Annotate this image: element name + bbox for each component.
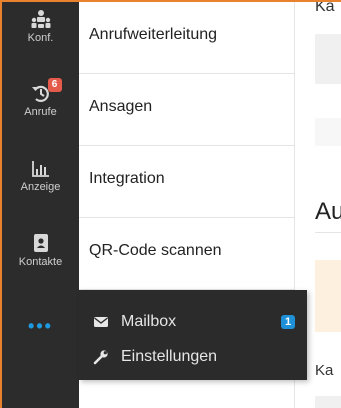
envelope-icon: [93, 314, 109, 330]
menu-item-label: Ansagen: [89, 98, 153, 115]
rail-item-konf[interactable]: Konf.: [2, 8, 79, 44]
rail-item-kontakte[interactable]: Kontakte: [2, 232, 79, 268]
icon-rail: Konf. 6 Anrufe Anzeige Kontakte •••: [2, 2, 79, 408]
rail-label-anzeige: Anzeige: [20, 181, 61, 193]
info-notice-box: [315, 260, 341, 332]
wrench-icon: [93, 349, 109, 365]
rail-label-kontakte: Kontakte: [18, 256, 63, 268]
conference-icon: [30, 8, 52, 30]
content-input-bottom[interactable]: [315, 396, 341, 408]
menu-item-integration[interactable]: Integration: [79, 146, 294, 218]
contacts-icon: [31, 232, 51, 254]
calls-badge: 6: [47, 78, 62, 92]
popup-item-label: Mailbox: [121, 313, 177, 330]
call-history-icon: 6: [30, 78, 62, 104]
content-top-text: Ka: [315, 2, 335, 15]
content-label: Ka: [315, 362, 334, 379]
popup-item-label: Einstellungen: [121, 348, 218, 365]
content-input-box[interactable]: [315, 34, 341, 84]
menu-item-ansagen[interactable]: Ansagen: [79, 74, 294, 146]
more-button[interactable]: •••: [2, 316, 79, 337]
menu-item-label: Anrufweiterleitung: [89, 26, 218, 43]
more-popup-menu: Mailbox 1 Einstellungen: [79, 290, 307, 380]
popup-item-mailbox[interactable]: Mailbox 1: [79, 307, 307, 339]
rail-item-anzeige[interactable]: Anzeige: [2, 159, 79, 193]
rail-label-konf: Konf.: [27, 32, 54, 44]
rail-label-anrufe: Anrufe: [24, 106, 57, 118]
rail-item-anrufe[interactable]: 6 Anrufe: [2, 78, 79, 118]
section-heading: Au: [315, 198, 341, 225]
popup-item-einstellungen[interactable]: Einstellungen: [79, 342, 307, 374]
heading-divider: [315, 232, 341, 233]
content-field[interactable]: [315, 118, 341, 146]
menu-item-label: Integration: [89, 170, 165, 187]
menu-item-label: QR-Code scannen: [89, 242, 222, 259]
chart-icon: [30, 159, 52, 179]
mailbox-count-badge: 1: [281, 315, 295, 329]
menu-item-anrufweiterleitung[interactable]: Anrufweiterleitung: [79, 2, 294, 74]
menu-item-qr-code[interactable]: QR-Code scannen: [79, 218, 294, 290]
